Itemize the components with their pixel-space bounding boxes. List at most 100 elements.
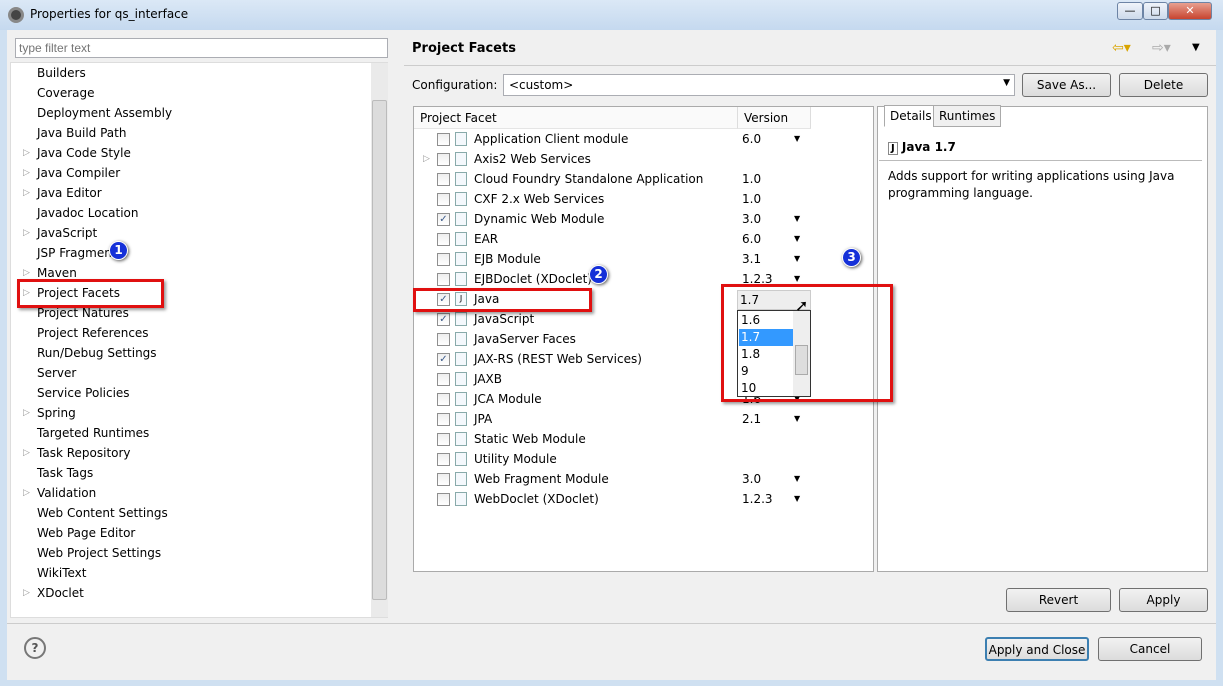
facet-checkbox[interactable] <box>437 453 450 466</box>
facet-icon <box>455 212 467 226</box>
cancel-button[interactable]: Cancel <box>1098 637 1202 661</box>
tree-item-label: Builders <box>37 66 86 80</box>
facet-checkbox[interactable] <box>437 133 450 146</box>
tree-item[interactable]: Deployment Assembly <box>37 103 172 123</box>
facet-row[interactable]: WebDoclet (XDoclet) 1.2.3 ▼ <box>414 489 873 509</box>
tree-item[interactable]: Web Page Editor <box>37 523 135 543</box>
expand-arrow-icon[interactable]: ▷ <box>23 583 30 603</box>
apply-and-close-button[interactable]: Apply and Close <box>985 637 1089 661</box>
tree-item[interactable]: ▷ Validation <box>23 483 96 503</box>
facet-row[interactable]: Web Fragment Module 3.0 ▼ <box>414 469 873 489</box>
tree-item[interactable]: Coverage <box>37 83 95 103</box>
facet-row[interactable]: CXF 2.x Web Services 1.0 <box>414 189 873 209</box>
tree-item[interactable]: Targeted Runtimes <box>37 423 149 443</box>
save-as-button[interactable]: Save As... <box>1022 73 1111 97</box>
help-icon[interactable]: ? <box>24 637 46 659</box>
tree-item[interactable]: Server <box>37 363 76 383</box>
expand-arrow-icon[interactable]: ▷ <box>23 183 30 203</box>
facet-row[interactable]: Cloud Foundry Standalone Application 1.0 <box>414 169 873 189</box>
tab-runtimes[interactable]: Runtimes <box>933 105 1002 127</box>
tab-details[interactable]: Details <box>884 105 938 127</box>
forward-icon[interactable]: ⇨▾ <box>1152 40 1171 56</box>
facet-checkbox[interactable] <box>437 333 450 346</box>
tree-item[interactable]: ▷ Java Compiler <box>23 163 120 183</box>
facet-checkbox[interactable]: ✓ <box>437 313 450 326</box>
facet-name: JAX-RS (REST Web Services) <box>474 352 642 366</box>
facet-version: 1.0 <box>742 172 762 186</box>
facet-checkbox[interactable] <box>437 433 450 446</box>
tree-item[interactable]: Run/Debug Settings <box>37 343 157 363</box>
configuration-combo[interactable]: <custom> ▼ <box>503 74 1015 96</box>
tree-item[interactable]: ▷ Spring <box>23 403 76 423</box>
tree-item[interactable]: Service Policies <box>37 383 130 403</box>
expand-arrow-icon[interactable]: ▷ <box>423 149 430 169</box>
close-button[interactable]: ✕ <box>1168 2 1212 20</box>
back-icon[interactable]: ⇦▾ <box>1112 40 1131 56</box>
chevron-down-icon[interactable]: ▼ <box>794 489 800 509</box>
tree-item[interactable]: JSP Fragment <box>37 243 117 263</box>
tree-item[interactable]: Java Build Path <box>37 123 126 143</box>
chevron-down-icon[interactable]: ▼ <box>794 209 800 229</box>
facet-row[interactable]: ✓ Dynamic Web Module 3.0 ▼ <box>414 209 873 229</box>
facet-checkbox[interactable] <box>437 173 450 186</box>
expand-arrow-icon[interactable]: ▷ <box>23 403 30 423</box>
tree-item[interactable]: Javadoc Location <box>37 203 138 223</box>
facet-checkbox[interactable] <box>437 393 450 406</box>
expand-arrow-icon[interactable]: ▷ <box>23 223 30 243</box>
facet-checkbox[interactable]: ✓ <box>437 213 450 226</box>
details-title: J Java 1.7 <box>888 140 956 155</box>
facet-row[interactable]: ▷ Axis2 Web Services <box>414 149 873 169</box>
facet-row[interactable]: Static Web Module <box>414 429 873 449</box>
facet-name: Cloud Foundry Standalone Application <box>474 172 704 186</box>
maximize-button[interactable]: □ <box>1143 2 1168 20</box>
tree-item[interactable]: Task Tags <box>37 463 93 483</box>
chevron-down-icon[interactable]: ▼ <box>794 249 800 269</box>
facet-checkbox[interactable] <box>437 413 450 426</box>
expand-arrow-icon[interactable]: ▷ <box>23 143 30 163</box>
tree-item[interactable]: ▷ JavaScript <box>23 223 97 243</box>
expand-arrow-icon[interactable]: ▷ <box>23 443 30 463</box>
facet-row[interactable]: EJB Module 3.1 ▼ <box>414 249 873 269</box>
tree-item[interactable]: ▷ Task Repository <box>23 443 131 463</box>
facet-checkbox[interactable] <box>437 273 450 286</box>
chevron-down-icon[interactable]: ▼ <box>794 469 800 489</box>
tree-item[interactable]: WikiText <box>37 563 87 583</box>
tree-item[interactable]: Builders <box>37 63 86 83</box>
chevron-down-icon[interactable]: ▼ <box>794 129 800 149</box>
column-header-version[interactable]: Version <box>738 107 811 129</box>
tree-item[interactable]: ▷ XDoclet <box>23 583 84 603</box>
tree-item[interactable]: Web Project Settings <box>37 543 161 563</box>
expand-arrow-icon[interactable]: ▷ <box>23 483 30 503</box>
annotation-box-1 <box>17 279 164 308</box>
delete-button[interactable]: Delete <box>1119 73 1208 97</box>
view-menu-icon[interactable]: ▼ <box>1192 42 1200 53</box>
facet-row[interactable]: Utility Module <box>414 449 873 469</box>
expand-arrow-icon[interactable]: ▷ <box>23 163 30 183</box>
facet-checkbox[interactable]: ✓ <box>437 353 450 366</box>
tree-scroll-thumb[interactable] <box>372 100 387 600</box>
facet-checkbox[interactable] <box>437 193 450 206</box>
tree-item[interactable]: Project References <box>37 323 149 343</box>
chevron-down-icon[interactable]: ▼ <box>794 229 800 249</box>
facet-checkbox[interactable] <box>437 373 450 386</box>
filter-input[interactable] <box>15 38 388 58</box>
revert-button[interactable]: Revert <box>1006 588 1111 612</box>
facet-checkbox[interactable] <box>437 153 450 166</box>
facet-checkbox[interactable] <box>437 493 450 506</box>
column-header-facet[interactable]: Project Facet <box>414 107 738 129</box>
chevron-down-icon[interactable]: ▼ <box>794 409 800 429</box>
tree-item[interactable]: Web Content Settings <box>37 503 168 523</box>
details-title-text: Java 1.7 <box>901 140 956 154</box>
preference-tree: Builders Coverage Deployment Assembly Java … <box>10 62 388 618</box>
facet-checkbox[interactable] <box>437 253 450 266</box>
tree-item[interactable]: ▷ Java Code Style <box>23 143 131 163</box>
facet-row[interactable]: JPA 2.1 ▼ <box>414 409 873 429</box>
tree-item[interactable]: ▷ Java Editor <box>23 183 102 203</box>
minimize-button[interactable]: — <box>1117 2 1143 20</box>
facet-row[interactable]: Application Client module 6.0 ▼ <box>414 129 873 149</box>
facet-checkbox[interactable] <box>437 233 450 246</box>
facet-checkbox[interactable] <box>437 473 450 486</box>
facet-row[interactable]: EAR 6.0 ▼ <box>414 229 873 249</box>
apply-button[interactable]: Apply <box>1119 588 1208 612</box>
facet-name: Application Client module <box>474 132 629 146</box>
